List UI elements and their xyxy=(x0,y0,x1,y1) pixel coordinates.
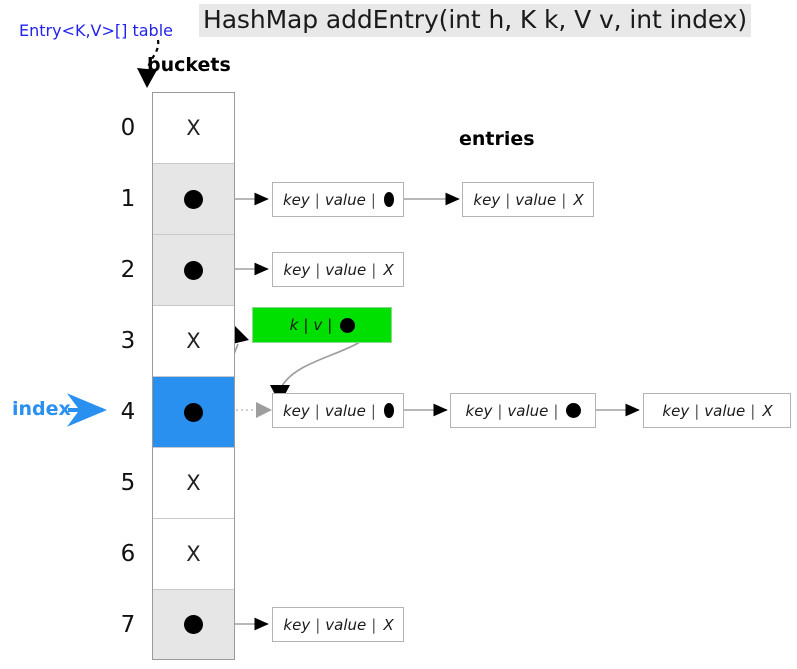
entry-separator: | xyxy=(315,260,321,279)
bucket-cell-5[interactable]: X xyxy=(153,448,234,519)
new-entry-value: v xyxy=(313,316,323,334)
row-index-5: 5 xyxy=(120,469,136,496)
next-null-marker-icon: X xyxy=(383,260,394,279)
entry-key: key xyxy=(465,401,493,420)
null-marker-icon: X xyxy=(186,116,201,140)
diagram-canvas: HashMap addEntry(int h, K k, V v, int in… xyxy=(0,0,797,669)
entry-separator: | xyxy=(370,401,376,420)
row-index-4: 4 xyxy=(120,398,136,425)
bucket-cell-3[interactable]: X xyxy=(153,306,234,377)
next-null-marker-icon: X xyxy=(383,615,394,634)
bucket-cell-6[interactable]: X xyxy=(153,519,234,590)
next-pointer-dot-icon xyxy=(566,403,582,418)
next-pointer-dot-icon xyxy=(340,317,356,333)
entry-value: value xyxy=(325,615,367,634)
next-null-marker-icon: X xyxy=(573,190,584,209)
bucket-cell-2[interactable] xyxy=(153,235,234,306)
entry-separator: | xyxy=(327,316,333,334)
old-link-bucket4 xyxy=(231,402,272,418)
entry-separator: | xyxy=(750,401,756,420)
row-index-1: 1 xyxy=(120,185,136,212)
null-marker-icon: X xyxy=(186,471,201,495)
bucket-cell-0[interactable]: X xyxy=(153,93,234,164)
entry-key: key xyxy=(473,190,501,209)
row-index-0: 0 xyxy=(120,114,136,141)
table-reference-label: Entry<K,V>[] table xyxy=(19,21,173,40)
entry-separator: | xyxy=(314,401,320,420)
entry-separator: | xyxy=(497,401,503,420)
row-index-2: 2 xyxy=(120,256,136,283)
entry-value: value xyxy=(704,401,746,420)
entry-separator: | xyxy=(371,615,377,634)
pointer-dot-icon xyxy=(184,615,203,634)
row-index-6: 6 xyxy=(120,540,136,567)
entry-separator: | xyxy=(370,190,376,209)
entry-separator: | xyxy=(315,615,321,634)
next-pointer-dot-icon xyxy=(383,403,394,418)
bucket-cell-4[interactable] xyxy=(153,377,234,448)
entry-key: key xyxy=(283,401,310,420)
entry-key: key xyxy=(662,401,690,420)
entry-value: value xyxy=(324,401,366,420)
entries-label: entries xyxy=(459,128,535,150)
entry-separator: | xyxy=(694,401,700,420)
bucket-cell-1[interactable] xyxy=(153,164,234,235)
pointer-dot-icon xyxy=(184,189,203,209)
entry-box-b2-0[interactable]: key | value | X xyxy=(272,252,404,287)
entry-value: value xyxy=(507,401,549,420)
new-entry-key: k xyxy=(289,316,299,334)
entry-value: value xyxy=(325,260,367,279)
entry-separator: | xyxy=(561,190,567,209)
buckets-array: X X X X xyxy=(152,92,235,660)
buckets-label: buckets xyxy=(147,54,231,76)
entry-box-b4-2[interactable]: key | value | X xyxy=(643,393,791,428)
next-pointer-dot-icon xyxy=(383,192,394,207)
entry-separator: | xyxy=(314,190,320,209)
entry-box-b7-0[interactable]: key | value | X xyxy=(272,607,404,642)
entry-value: value xyxy=(515,190,557,209)
entry-box-b1-0[interactable]: key | value | xyxy=(272,182,404,217)
entry-separator: | xyxy=(303,316,309,334)
entry-key: key xyxy=(283,190,310,209)
pointer-dot-icon xyxy=(184,260,203,280)
pointer-dot-icon xyxy=(184,402,203,422)
entry-separator: | xyxy=(505,190,511,209)
page-title: HashMap addEntry(int h, K k, V v, int in… xyxy=(199,4,752,37)
entry-key: key xyxy=(283,615,311,634)
row-index-7: 7 xyxy=(120,611,136,638)
entry-box-b1-1[interactable]: key | value | X xyxy=(462,182,594,217)
entry-box-b4-0[interactable]: key | value | xyxy=(272,393,404,428)
index-label: index xyxy=(12,398,71,420)
entry-key: key xyxy=(283,260,311,279)
row-index-3: 3 xyxy=(120,327,136,354)
null-marker-icon: X xyxy=(186,329,201,353)
entry-value: value xyxy=(324,190,366,209)
next-null-marker-icon: X xyxy=(762,401,773,420)
bucket-cell-7[interactable] xyxy=(153,590,234,659)
entry-separator: | xyxy=(371,260,377,279)
entry-separator: | xyxy=(553,401,559,420)
entry-box-b4-1[interactable]: key | value | xyxy=(450,393,596,428)
null-marker-icon: X xyxy=(186,542,201,566)
new-entry-box[interactable]: k | v | xyxy=(252,307,392,343)
